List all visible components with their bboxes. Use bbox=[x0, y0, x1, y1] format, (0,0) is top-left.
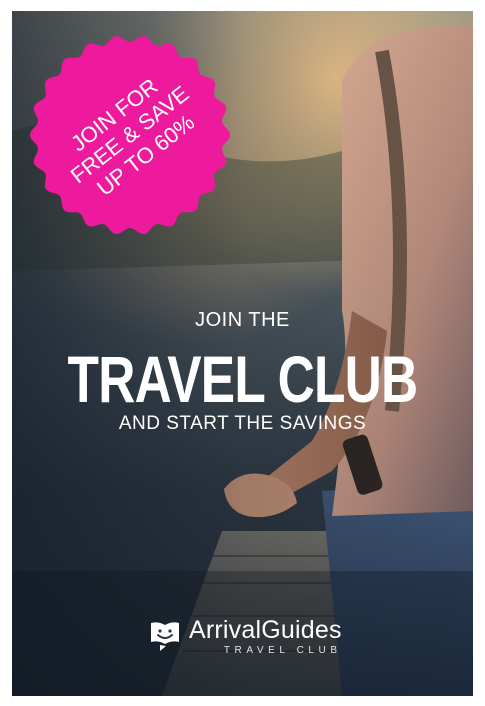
headline-top: JOIN THE bbox=[195, 309, 290, 331]
discount-badge: JOIN FOR FREE & SAVE UP TO 60% bbox=[26, 31, 234, 239]
brand-tagline: TRAVEL CLUB bbox=[223, 645, 342, 656]
travel-club-promo-card[interactable]: JOIN FOR FREE & SAVE UP TO 60% JOIN THE … bbox=[12, 11, 473, 696]
book-smile-logo-icon bbox=[151, 622, 179, 651]
headline-bottom: AND START THE SAVINGS bbox=[118, 413, 367, 434]
brand-logo[interactable]: ArrivalGuides TRAVEL CLUB bbox=[148, 618, 342, 656]
headline-main: TRAVEL CLUB bbox=[67, 342, 419, 416]
brand-name: ArrivalGuides bbox=[189, 616, 342, 644]
